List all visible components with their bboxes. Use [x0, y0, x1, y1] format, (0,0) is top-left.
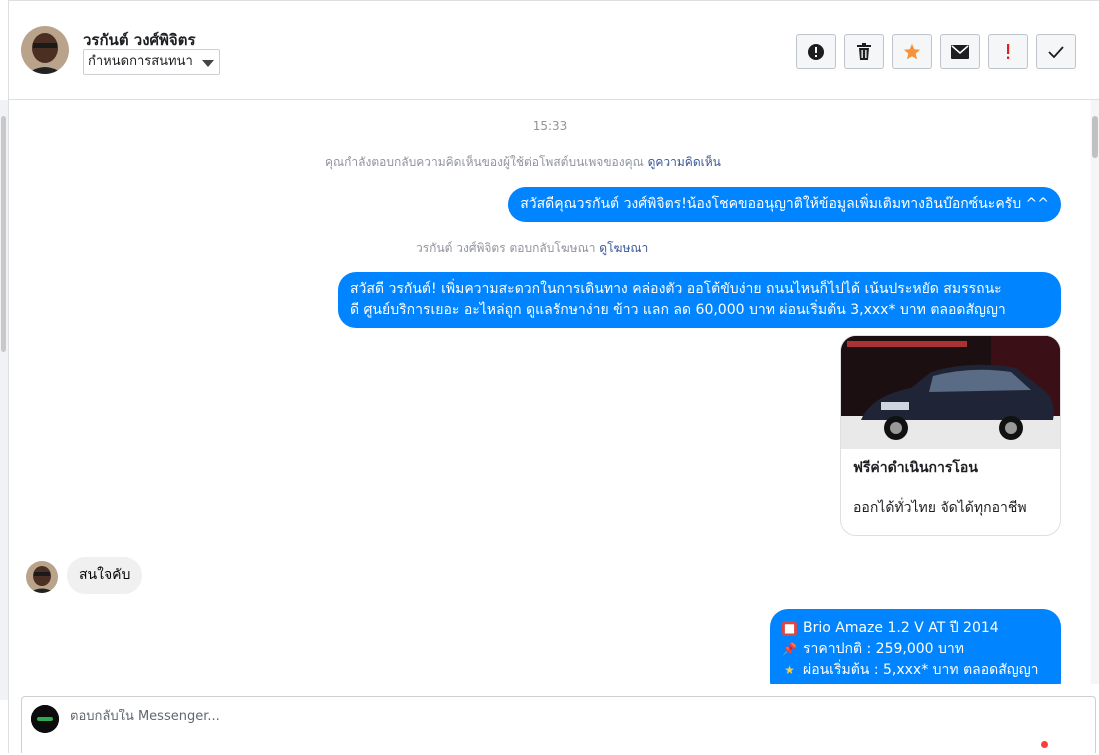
thread-scrollbar[interactable] [1091, 100, 1099, 684]
star-icon [903, 43, 921, 59]
message-line-text: Brio Amaze 1.2 V AT ปี 2014 [803, 620, 999, 636]
conversation-header: วรกันต์ วงศ์พิจิตร กำหนดการสนทนา [9, 1, 1099, 100]
ad-car-image [841, 336, 1060, 449]
message-text: สนใจคับ [79, 567, 131, 583]
spam-button[interactable] [796, 34, 836, 69]
message-line: ■ Brio Amaze 1.2 V AT ปี 2014 [782, 618, 1049, 639]
star-emoji-icon: ★ [784, 663, 795, 677]
message-thread[interactable]: 15:33 คุณกำลังตอบกลับความคิดเห็นของผู้ใช… [9, 100, 1091, 684]
envelope-icon [951, 44, 969, 59]
header-toolbar [796, 34, 1076, 69]
mark-unread-button[interactable] [940, 34, 980, 69]
thread-scrollbar-thumb[interactable] [1092, 116, 1098, 158]
delete-button[interactable] [844, 34, 884, 69]
assign-conversation-label: กำหนดการสนทนา [88, 54, 193, 69]
message-text-line: สวัสดี วรกันต์! เพิ่มความสะดวกในการเดินท… [350, 281, 1002, 297]
message-line-text: ราคาปกติ : 259,000 บาท [803, 641, 964, 657]
incoming-message[interactable]: สนใจคับ [67, 557, 143, 594]
message-line: 📌 ราคาปกติ : 259,000 บาท [782, 639, 1049, 660]
star-button[interactable] [892, 34, 932, 69]
user-avatar[interactable] [21, 26, 69, 74]
caret-down-icon [201, 60, 214, 67]
outgoing-message[interactable]: สวัสดี วรกันต์! เพิ่มความสะดวกในการเดินท… [338, 272, 1061, 328]
exclamation-icon [1007, 43, 1010, 59]
ad-reply-notice: วรกันต์ วงศ์พิจิตร ตอบกลับโฆษณา ดูโฆษณา [416, 239, 648, 258]
reply-composer [21, 696, 1096, 753]
view-ad-link[interactable]: ดูโฆษณา [599, 241, 648, 255]
left-scrollbar[interactable] [0, 100, 8, 700]
timestamp: 15:33 [532, 119, 568, 133]
pushpin-emoji-icon: 📌 [782, 642, 797, 656]
comment-reply-text: คุณกำลังตอบกลับความคิดเห็นของผู้ใช้ต่อโพ… [325, 155, 644, 169]
assign-conversation-dropdown[interactable]: กำหนดการสนทนา [83, 49, 220, 75]
outgoing-message[interactable]: ■ Brio Amaze 1.2 V AT ปี 2014 📌 ราคาปกติ… [770, 609, 1061, 684]
message-line-text: ผ่อนเริ่มต้น : 5,xxx* บาท ตลอดสัญญา [803, 662, 1039, 678]
ad-card[interactable]: ฟรีค่าดำเนินการโอน ออกได้ทั่วไทย จัดได้ท… [840, 335, 1061, 536]
mark-done-button[interactable] [1036, 34, 1076, 69]
user-avatar-small [26, 561, 58, 593]
notification-dot [1041, 741, 1048, 748]
view-comment-link[interactable]: ดูความคิดเห็น [648, 155, 721, 169]
message-text-line: ดี ศูนย์บริการเยอะ อะไหล่ถูก ดูแลรักษาง่… [350, 302, 1006, 318]
car-emoji-icon: ■ [782, 621, 797, 636]
reply-input[interactable] [70, 709, 870, 724]
trash-icon [857, 42, 871, 60]
page-avatar [31, 705, 59, 733]
outgoing-message[interactable]: สวัสดีคุณวรกันต์ วงศ์พิจิตร!น้องโชคขออนุ… [508, 187, 1061, 222]
exclamation-circle-icon [808, 43, 824, 60]
message-text: สวัสดีคุณวรกันต์ วงศ์พิจิตร!น้องโชคขออนุ… [520, 196, 1049, 212]
ad-card-title: ฟรีค่าดำเนินการโอน [853, 460, 978, 476]
comment-reply-notice: คุณกำลังตอบกลับความคิดเห็นของผู้ใช้ต่อโพ… [325, 153, 721, 172]
left-scrollbar-thumb[interactable] [1, 116, 6, 352]
follow-up-button[interactable] [988, 34, 1028, 69]
check-icon [1048, 45, 1064, 58]
ad-reply-text: วรกันต์ วงศ์พิจิตร ตอบกลับโฆษณา [416, 241, 596, 255]
ad-card-description: ออกได้ทั่วไทย จัดได้ทุกอาชีพ [853, 500, 1027, 516]
message-line: ★ ผ่อนเริ่มต้น : 5,xxx* บาท ตลอดสัญญา [782, 660, 1049, 681]
